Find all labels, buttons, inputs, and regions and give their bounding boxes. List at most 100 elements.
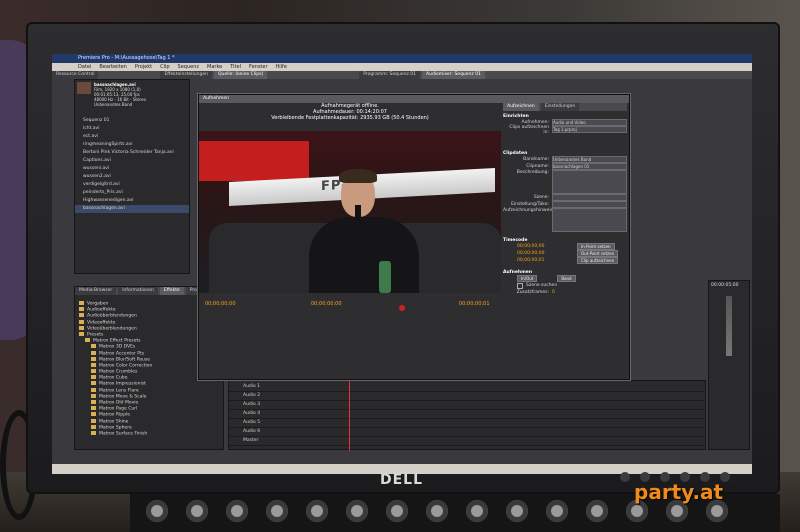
track-master[interactable]: Master xyxy=(229,437,705,446)
person-hair xyxy=(339,169,377,183)
menu-datei[interactable]: Datei xyxy=(78,63,91,71)
monitor-brand: DELL xyxy=(380,472,424,488)
list-item[interactable]: wusseni.avi xyxy=(75,165,189,173)
tree-item[interactable]: Matrox Surface Finish xyxy=(79,430,223,437)
capture-tab[interactable]: Aufnehmen xyxy=(199,95,629,103)
notes-input[interactable] xyxy=(552,208,627,232)
menu-projekt[interactable]: Projekt xyxy=(135,63,152,71)
tab-record[interactable]: Aufzeichnen xyxy=(503,103,539,111)
list-item[interactable]: Bertoni Pink Victoria Schneider Tanja.av… xyxy=(75,149,189,157)
tab-audiomixer[interactable]: Audiomixer: Sequenz 01 xyxy=(422,71,485,79)
set-in-button[interactable]: In-Point setzen xyxy=(577,243,615,250)
folder-icon xyxy=(79,307,84,312)
bandname-input[interactable]: Unbenanntes Band xyxy=(552,156,627,163)
in-out-button[interactable]: In/Out xyxy=(517,275,538,282)
track-audio-2[interactable]: Audio 2 xyxy=(229,392,705,401)
clip-info: Unbenanntes Band xyxy=(94,102,133,107)
connector xyxy=(306,500,328,522)
folder-icon xyxy=(79,325,84,330)
list-item[interactable]: verdigeigitrd.avi xyxy=(75,181,189,189)
connector xyxy=(386,500,408,522)
handles-label: Zusatzframes: xyxy=(516,290,549,295)
folder-icon xyxy=(91,375,96,380)
top-tab-strip: Resource Central Effekteinstellungen Que… xyxy=(52,71,752,79)
menu-marke[interactable]: Marke xyxy=(207,63,222,71)
menu-titel[interactable]: Titel xyxy=(230,63,241,71)
menu-bar: Datei Bearbeiten Projekt Clip Sequenz Ma… xyxy=(52,63,752,71)
folder-icon xyxy=(91,418,96,423)
scene-input[interactable] xyxy=(552,194,627,201)
menu-hilfe[interactable]: Hilfe xyxy=(276,63,287,71)
scene-search-checkbox[interactable] xyxy=(517,282,523,289)
connector xyxy=(586,500,608,522)
tab-info[interactable]: Informationen xyxy=(118,287,158,295)
description-input[interactable] xyxy=(552,170,627,194)
timecode-duration: 00;00;00;01 xyxy=(459,301,490,307)
project-panel: bassnachlagen.avi Film, 1920 x 1080 (1,0… xyxy=(74,79,190,274)
clipname-input[interactable]: bassnachlagen 01 xyxy=(552,163,627,170)
list-item[interactable]: Sequenz 01 xyxy=(75,117,189,125)
list-item[interactable]: ect.avi xyxy=(75,133,189,141)
record-select[interactable]: Audio und Video xyxy=(552,119,627,126)
clips-select[interactable]: Tag 1.prproj xyxy=(552,126,627,133)
tab-program[interactable]: Programm: Sequenz 01 xyxy=(359,71,421,79)
set-out-button[interactable]: Out-Point setzen xyxy=(577,250,619,257)
video-preview: FP-4 xyxy=(199,131,501,293)
timeline-panel: Audio 1 Audio 2 Audio 3 Audio 4 Audio 5 … xyxy=(228,380,706,451)
field-label: Einstellung/Take: xyxy=(511,202,549,207)
list-item[interactable]: bassnachlagen.avi xyxy=(75,205,189,213)
connector xyxy=(546,500,568,522)
menu-fenster[interactable]: Fenster xyxy=(249,63,268,71)
list-item[interactable]: peinderts_Pris.avi xyxy=(75,189,189,197)
tc-value: 00;00;00;00 xyxy=(517,244,545,249)
tab-effects[interactable]: Effekte xyxy=(159,287,184,295)
monitor-screen: Premiere Pro - M:\Aussagehose\Tag 1 * Da… xyxy=(52,54,752,474)
red-banner xyxy=(199,141,309,181)
folder-icon xyxy=(91,369,96,374)
list-item[interactable]: icht.avi xyxy=(75,125,189,133)
tc-value: 00;00;00;00 xyxy=(517,251,545,256)
timeline-timecode: 00:00:05:00 xyxy=(711,283,739,288)
list-item[interactable]: Captions.avi xyxy=(75,157,189,165)
menu-sequenz[interactable]: Sequenz xyxy=(178,63,199,71)
connector xyxy=(466,500,488,522)
capture-dialog: Aufnehmen Aufnahmegerät offline. Aufnahm… xyxy=(198,94,630,380)
tab-resource-central[interactable]: Resource Central xyxy=(52,71,99,79)
log-clip-button[interactable]: Clip aufzeichnen xyxy=(577,257,619,264)
playhead[interactable] xyxy=(349,381,350,451)
record-icon[interactable] xyxy=(399,305,405,311)
folder-icon xyxy=(91,400,96,404)
list-item[interactable]: Highwassenedigen.avi xyxy=(75,197,189,205)
track-audio-1[interactable]: Audio 1 xyxy=(229,383,705,392)
timeline-tracks: Audio 1 Audio 2 Audio 3 Audio 4 Audio 5 … xyxy=(229,381,705,446)
take-input[interactable] xyxy=(552,201,627,208)
connector xyxy=(426,500,448,522)
connector xyxy=(186,500,208,522)
window-title: Premiere Pro - M:\Aussagehose\Tag 1 * xyxy=(52,54,752,63)
menu-bearbeiten[interactable]: Bearbeiten xyxy=(99,63,126,71)
track-audio-6[interactable]: Audio 6 xyxy=(229,428,705,437)
folder-icon xyxy=(91,412,96,417)
tab-effect-settings[interactable]: Effekteinstellungen xyxy=(160,71,212,79)
clip-thumbnail xyxy=(77,82,91,94)
tape-button[interactable]: Band xyxy=(557,275,576,282)
handles-value[interactable]: 0 xyxy=(552,290,555,295)
clip-preview: bassnachlagen.avi Film, 1920 x 1080 (1,0… xyxy=(75,80,189,109)
menu-clip[interactable]: Clip xyxy=(160,63,169,71)
track-audio-4[interactable]: Audio 4 xyxy=(229,410,705,419)
tab-settings[interactable]: Einstellungen xyxy=(540,103,580,111)
folder-icon xyxy=(91,393,96,398)
track-audio-3[interactable]: Audio 3 xyxy=(229,401,705,410)
track-audio-5[interactable]: Audio 5 xyxy=(229,419,705,428)
folder-icon xyxy=(91,344,96,349)
tab-source[interactable]: Quelle: (keine Clips) xyxy=(213,71,268,79)
tab-media-browser[interactable]: Media-Browser xyxy=(75,287,117,295)
capture-side-tabs: Aufzeichnen Einstellungen xyxy=(503,103,627,111)
field-label: Szene: xyxy=(533,195,549,200)
monitor-button[interactable] xyxy=(620,472,630,482)
folder-icon xyxy=(91,381,96,386)
connector xyxy=(226,500,248,522)
timecode-in: 00;00;00;00 xyxy=(311,301,342,307)
list-item[interactable]: wussen2.avi xyxy=(75,173,189,181)
list-item[interactable]: ringmeaningSpirts.avi xyxy=(75,141,189,149)
